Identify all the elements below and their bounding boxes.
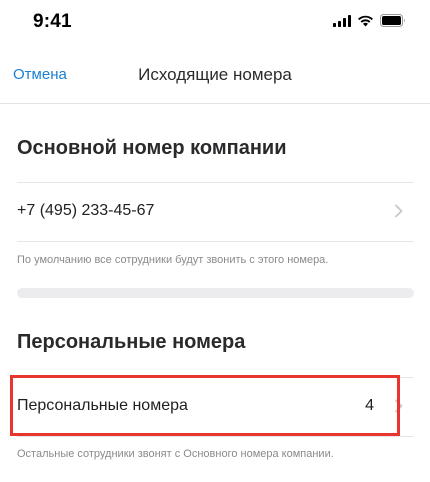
wifi-icon [358, 15, 373, 26]
main-number-row[interactable]: +7 (495) 233-45-67 [17, 183, 414, 241]
divider [17, 436, 414, 437]
main-number-section-title: Основной номер компании [17, 137, 287, 159]
personal-numbers-section-title: Персональные номера [17, 331, 246, 353]
personal-numbers-caption: Остальные сотрудники звонят с Основного … [17, 448, 334, 460]
nav-bar: Отмена Исходящие номера [0, 52, 430, 96]
page-title: Исходящие номера [138, 65, 292, 84]
divider [17, 241, 414, 242]
nav-divider [0, 103, 430, 104]
main-number-value: +7 (495) 233-45-67 [17, 202, 155, 219]
status-bar: 9:41 [0, 0, 430, 44]
chevron-right-icon [395, 204, 403, 218]
status-time: 9:41 [33, 11, 72, 32]
signal-icon [333, 14, 351, 27]
section-separator [17, 288, 414, 298]
main-number-caption: По умолчанию все сотрудники будут звонит… [17, 254, 329, 266]
status-icons [333, 14, 406, 27]
highlight-frame [10, 375, 400, 436]
battery-icon [380, 14, 405, 27]
